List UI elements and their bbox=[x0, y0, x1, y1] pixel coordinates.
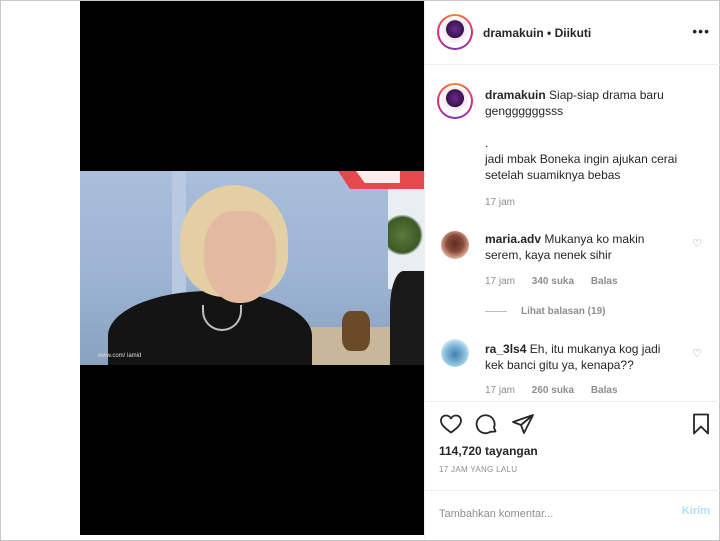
replies-divider bbox=[485, 310, 507, 312]
post-media[interactable]: www.com/ lamid bbox=[80, 1, 424, 535]
comment-time: 17 jam bbox=[485, 276, 516, 287]
comment-likes[interactable]: 260 suka bbox=[532, 385, 574, 396]
comment-text-1: ra_3ls4 Eh, itu mukanya kog jadi bbox=[485, 341, 660, 357]
comment-input[interactable] bbox=[439, 504, 659, 524]
caption-username[interactable]: dramakuin bbox=[485, 88, 546, 102]
avatar[interactable] bbox=[437, 14, 473, 50]
video-player[interactable]: www.com/ lamid bbox=[80, 171, 424, 365]
view-replies-label: Lihat balasan (19) bbox=[521, 306, 606, 317]
caption-line-5: setelah suamiknya bebas bbox=[485, 168, 621, 182]
video-person-face bbox=[204, 211, 276, 303]
header-separator: • bbox=[547, 26, 552, 40]
comment-meta: 17 jam 260 suka Balas bbox=[485, 385, 632, 396]
video-tree bbox=[388, 215, 424, 255]
caption-time: 17 jam bbox=[485, 197, 516, 208]
header-user-line: dramakuin • Diikuti bbox=[483, 26, 591, 40]
comment-line-1: Eh, itu mukanya kog jadi bbox=[529, 342, 661, 356]
more-horizontal-icon[interactable]: ••• bbox=[692, 23, 710, 39]
avatar[interactable] bbox=[441, 339, 469, 367]
comment-reply-button[interactable]: Balas bbox=[591, 276, 618, 287]
view-count[interactable]: 114,720 tayangan bbox=[439, 444, 538, 458]
share-send-icon[interactable] bbox=[511, 412, 535, 436]
comment-line-2: serem, kaya nenek sihir bbox=[485, 248, 612, 262]
video-bag bbox=[342, 311, 370, 351]
comment-username[interactable]: maria.adv bbox=[485, 232, 541, 246]
like-heart-icon[interactable] bbox=[439, 412, 463, 436]
post-detail-panel: dramakuin • Diikuti ••• dramakuin Siap-s… bbox=[424, 1, 720, 540]
follow-status-button[interactable]: Diikuti bbox=[555, 26, 592, 40]
header-username[interactable]: dramakuin bbox=[483, 26, 544, 40]
caption-avatar[interactable] bbox=[437, 83, 473, 119]
avatar[interactable] bbox=[441, 231, 469, 259]
video-watermark: www.com/ lamid bbox=[98, 353, 142, 359]
comment-meta: 17 jam 340 suka Balas bbox=[485, 276, 632, 287]
view-replies-button[interactable]: Lihat balasan (19) bbox=[485, 306, 605, 317]
post-header: dramakuin • Diikuti ••• bbox=[425, 1, 720, 65]
comment-like-heart-icon[interactable]: ♡ bbox=[692, 237, 702, 250]
video-person-background bbox=[390, 271, 424, 365]
caption-text-1: dramakuin Siap-siap drama baru bbox=[485, 87, 664, 103]
comment-text-1: maria.adv Mukanya ko makin bbox=[485, 231, 644, 247]
comment-line-2: kek banci gitu ya, kenapa?? bbox=[485, 358, 634, 372]
post-actions: 114,720 tayangan 17 JAM YANG LALU bbox=[425, 401, 720, 491]
posted-time[interactable]: 17 JAM YANG LALU bbox=[439, 465, 517, 474]
comment-likes[interactable]: 340 suka bbox=[532, 276, 574, 287]
comments-list[interactable]: dramakuin Siap-siap drama baru gengggggg… bbox=[425, 65, 720, 401]
bookmark-icon[interactable] bbox=[689, 412, 713, 436]
comment-like-heart-icon[interactable]: ♡ bbox=[692, 347, 702, 360]
comment-bubble-icon[interactable] bbox=[475, 412, 499, 436]
caption-line-2: genggggggsss bbox=[485, 104, 564, 118]
post-comment-button[interactable]: Kirim bbox=[682, 505, 710, 517]
add-comment-bar: Kirim bbox=[425, 490, 720, 540]
caption-line-3: . bbox=[485, 136, 489, 150]
comment-time: 17 jam bbox=[485, 385, 516, 396]
comment-username[interactable]: ra_3ls4 bbox=[485, 342, 526, 356]
caption-line-4: jadi mbak Boneka ingin ajukan cerai bbox=[485, 152, 678, 166]
comment-line-1: Mukanya ko makin bbox=[544, 232, 645, 246]
caption-line-1: Siap-siap drama baru bbox=[549, 88, 664, 102]
comment-reply-button[interactable]: Balas bbox=[591, 385, 618, 396]
